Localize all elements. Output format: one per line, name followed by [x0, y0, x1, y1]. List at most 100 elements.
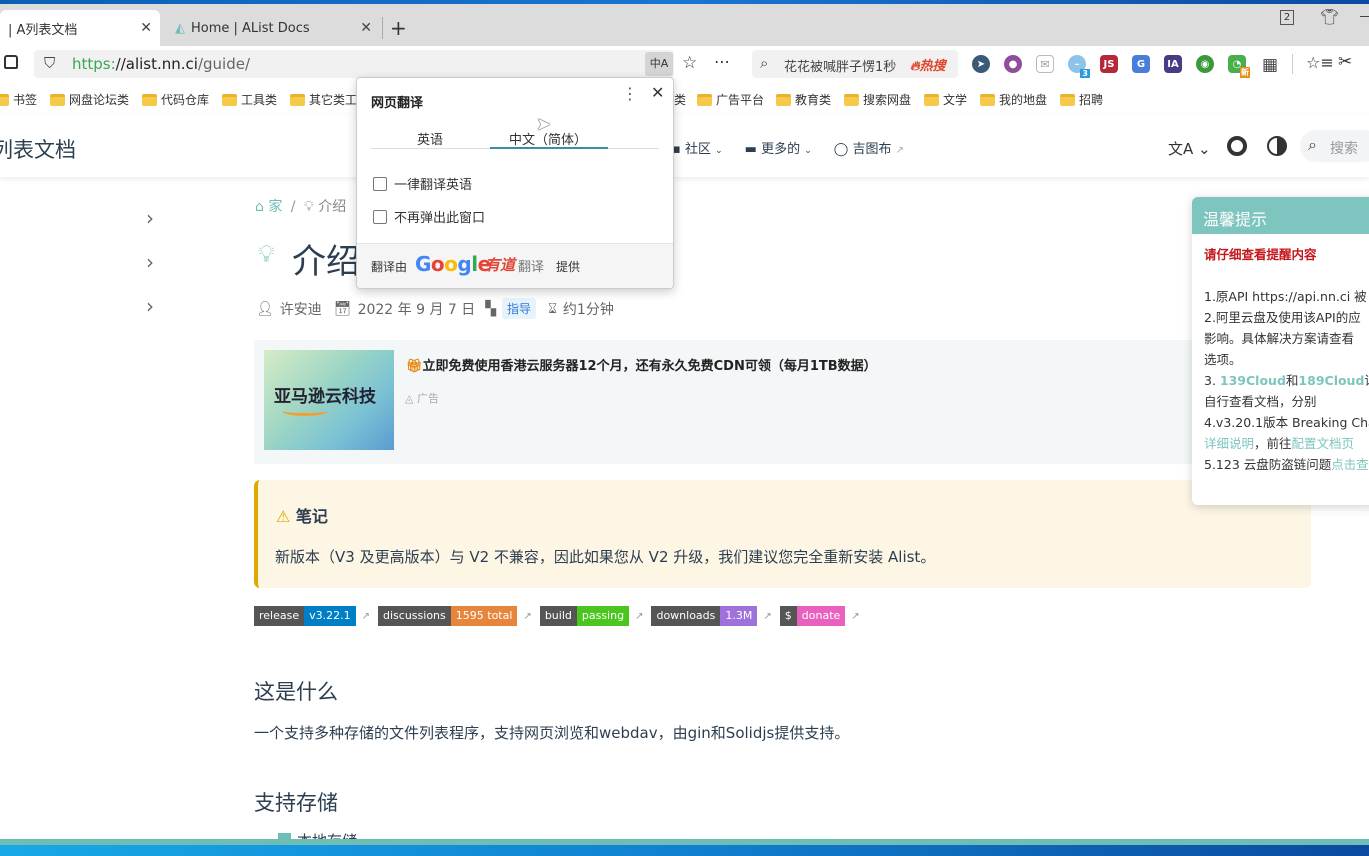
bookmark-folder[interactable]: 我的地盘 — [980, 91, 1047, 108]
translate-ext-icon[interactable]: G — [1132, 55, 1150, 73]
ad-label: ◬ 广告 — [405, 390, 439, 406]
search-placeholder: 搜索 — [1330, 141, 1358, 157]
tip-link-details[interactable]: 详细说明 — [1204, 436, 1254, 451]
popup-more-icon[interactable]: ⋮ — [622, 84, 638, 103]
hot-search-label[interactable]: 🔥︎热搜 — [910, 55, 946, 74]
badge-discussions[interactable]: discussions 1595 total — [378, 606, 518, 626]
tip-body: 请仔细查看提醒内容 1.原API https://api.nn.ci 被 2.阿… — [1192, 234, 1369, 485]
bookmark-label: 教育类 — [795, 93, 832, 107]
badge-downloads[interactable]: downloads 1.3M — [651, 606, 758, 626]
bookmark-folder[interactable]: 网盘论坛类 — [50, 91, 129, 108]
bookmark-folder[interactable]: 代码仓库 — [142, 91, 209, 108]
search-box[interactable]: ⌕ 花花被喊胖子愣1秒 🔥︎热搜 — [752, 50, 958, 78]
window-count-badge[interactable]: 2 — [1280, 10, 1294, 25]
badge-value: 1.3M — [720, 606, 758, 626]
bookmark-folder[interactable]: 工具类 — [222, 91, 277, 108]
section-heading: 支持存储 — [254, 791, 338, 815]
popup-close-icon[interactable]: ✕ — [651, 83, 664, 102]
category-tag[interactable]: 指导 — [502, 298, 537, 319]
camera-ext-icon[interactable]: ● — [1004, 55, 1022, 73]
favorites-icon[interactable]: ☆≡ — [1306, 53, 1334, 72]
nav-community[interactable]: ▪ 社区 ⌄ — [672, 138, 723, 157]
apps-grid-icon[interactable]: ▦ — [1262, 55, 1278, 75]
cursor-ext-icon[interactable]: ➤ — [972, 55, 990, 73]
shield-icon[interactable]: ⛉ — [44, 54, 55, 72]
bookmark-folder[interactable]: 书签 — [0, 91, 37, 108]
tip-link-config[interactable]: 配置文档页 — [1292, 436, 1355, 451]
nav-github[interactable]: ◯ 吉图布 ↗ — [834, 138, 904, 157]
skin-icon[interactable]: 👕︎ — [1320, 8, 1339, 26]
close-tab-icon[interactable]: ✕ — [360, 20, 372, 36]
folder-icon — [697, 93, 712, 106]
star-icon[interactable]: ☆ — [682, 53, 697, 73]
sidebar-expand-icon[interactable]: › — [146, 294, 154, 318]
github-icon[interactable] — [1227, 136, 1247, 156]
badge-donate[interactable]: $ donate — [779, 606, 846, 626]
option-label: 不再弹出此窗口 — [394, 211, 486, 226]
folder-icon — [1060, 93, 1075, 106]
popup-tab-english[interactable]: 英语 — [417, 129, 443, 148]
mail-ext-icon[interactable]: ✉ — [1036, 55, 1054, 73]
scissors-icon[interactable]: ✂ — [1338, 52, 1352, 72]
badge-row: release v3.22.1 ↗ discussions 1595 total ↗ b… — [254, 606, 864, 626]
sidebar-expand-icon[interactable]: › — [146, 250, 154, 274]
site-title[interactable]: 列表文档 — [0, 134, 76, 164]
folder-icon — [222, 93, 237, 106]
sidebar-expand-icon[interactable]: › — [146, 206, 154, 230]
toolbar-divider — [1292, 54, 1293, 74]
theme-toggle-icon[interactable] — [1267, 136, 1287, 156]
youdao-fanyi: 翻译 — [518, 260, 545, 275]
tip-link-189cloud[interactable]: 189Cloud — [1298, 373, 1364, 388]
bookmark-folder[interactable]: 广告平台 — [697, 91, 764, 108]
badge-release[interactable]: release v3.22.1 — [254, 606, 356, 626]
nav-more[interactable]: ▬ 更多的 ⌄ — [745, 138, 812, 157]
globe-ext-icon[interactable]: ◉ — [1196, 55, 1214, 73]
breadcrumb-home[interactable]: 家 — [268, 199, 282, 215]
js-ext-icon[interactable]: JS — [1100, 55, 1118, 73]
bookmarks-bar: 书签 网盘论坛类 代码仓库 工具类 其它类工 类 广告平台 教育类 搜索网盘 文… — [0, 84, 1369, 114]
bookmark-label: 广告平台 — [716, 93, 765, 107]
close-tab-icon[interactable]: ✕ — [140, 20, 152, 36]
url-text[interactable]: https://alist.nn.ci/guide/ — [72, 55, 250, 73]
wechat-ext-icon[interactable]: ◔ 新 — [1228, 55, 1250, 78]
tip-link-click[interactable]: 点击查 — [1331, 457, 1369, 472]
bookmark-folder[interactable]: 搜索网盘 — [844, 91, 911, 108]
site-search[interactable]: ⌕ 搜索 — [1300, 130, 1369, 162]
bookmark-folder[interactable]: 招聘 — [1060, 91, 1103, 108]
ad-label-text: 广告 — [416, 392, 439, 405]
checkbox[interactable] — [373, 209, 387, 224]
badge-value: passing — [576, 606, 630, 626]
language-icon[interactable]: 文A ⌄ — [1168, 138, 1211, 159]
ad-headline[interactable]: 🎁︎立即免费使用香港云服务器12个月，还有永久免费CDN可领（每月1TB数据） — [406, 355, 877, 374]
option-never-show[interactable]: 不再弹出此窗口 — [373, 207, 485, 226]
option-always-translate[interactable]: 一律翻译英语 — [373, 174, 472, 193]
badge-value: donate — [796, 606, 846, 626]
bookmark-folder[interactable]: 其它类工 — [290, 91, 357, 108]
bookmark-folder[interactable]: 教育类 — [776, 91, 831, 108]
more-icon[interactable]: ⋯ — [714, 52, 730, 71]
folder-icon — [0, 93, 9, 106]
external-link-icon: ↗ — [763, 610, 772, 622]
ia-ext-icon[interactable]: IA — [1164, 55, 1182, 73]
bookmark-label: 搜索网盘 — [863, 93, 912, 107]
translate-page-icon[interactable]: 中A — [645, 52, 673, 76]
tab-alist-docs-cn[interactable]: | A列表文档 ✕ — [0, 10, 160, 46]
minimize-button[interactable] — [1360, 16, 1369, 17]
bookmark-folder[interactable]: 类 — [674, 91, 686, 108]
breadcrumb: ⌂ 家 / 💡︎ 介绍 — [255, 196, 346, 216]
alist-logo-icon: ◭ — [175, 20, 185, 36]
chat-ext-icon[interactable]: –3 — [1068, 55, 1090, 78]
popup-title: 网页翻译 — [371, 96, 424, 111]
checkbox[interactable] — [373, 176, 387, 191]
bookmark-folder[interactable]: 文学 — [924, 91, 967, 108]
ad-image[interactable]: 亚马逊云科技 — [264, 350, 394, 450]
tip-link-139cloud[interactable]: 139Cloud — [1220, 373, 1286, 388]
home-icon[interactable] — [4, 55, 18, 69]
new-tab-button[interactable]: + — [390, 16, 407, 40]
bookmark-label: 文学 — [943, 93, 968, 107]
tab-alist-home[interactable]: ◭ Home | AList Docs ✕ — [165, 10, 380, 46]
breadcrumb-current[interactable]: 介绍 — [318, 199, 346, 215]
badge-build[interactable]: build passing — [539, 606, 630, 626]
google-logo: Google — [415, 252, 491, 276]
bookmark-label: 我的地盘 — [999, 93, 1048, 107]
